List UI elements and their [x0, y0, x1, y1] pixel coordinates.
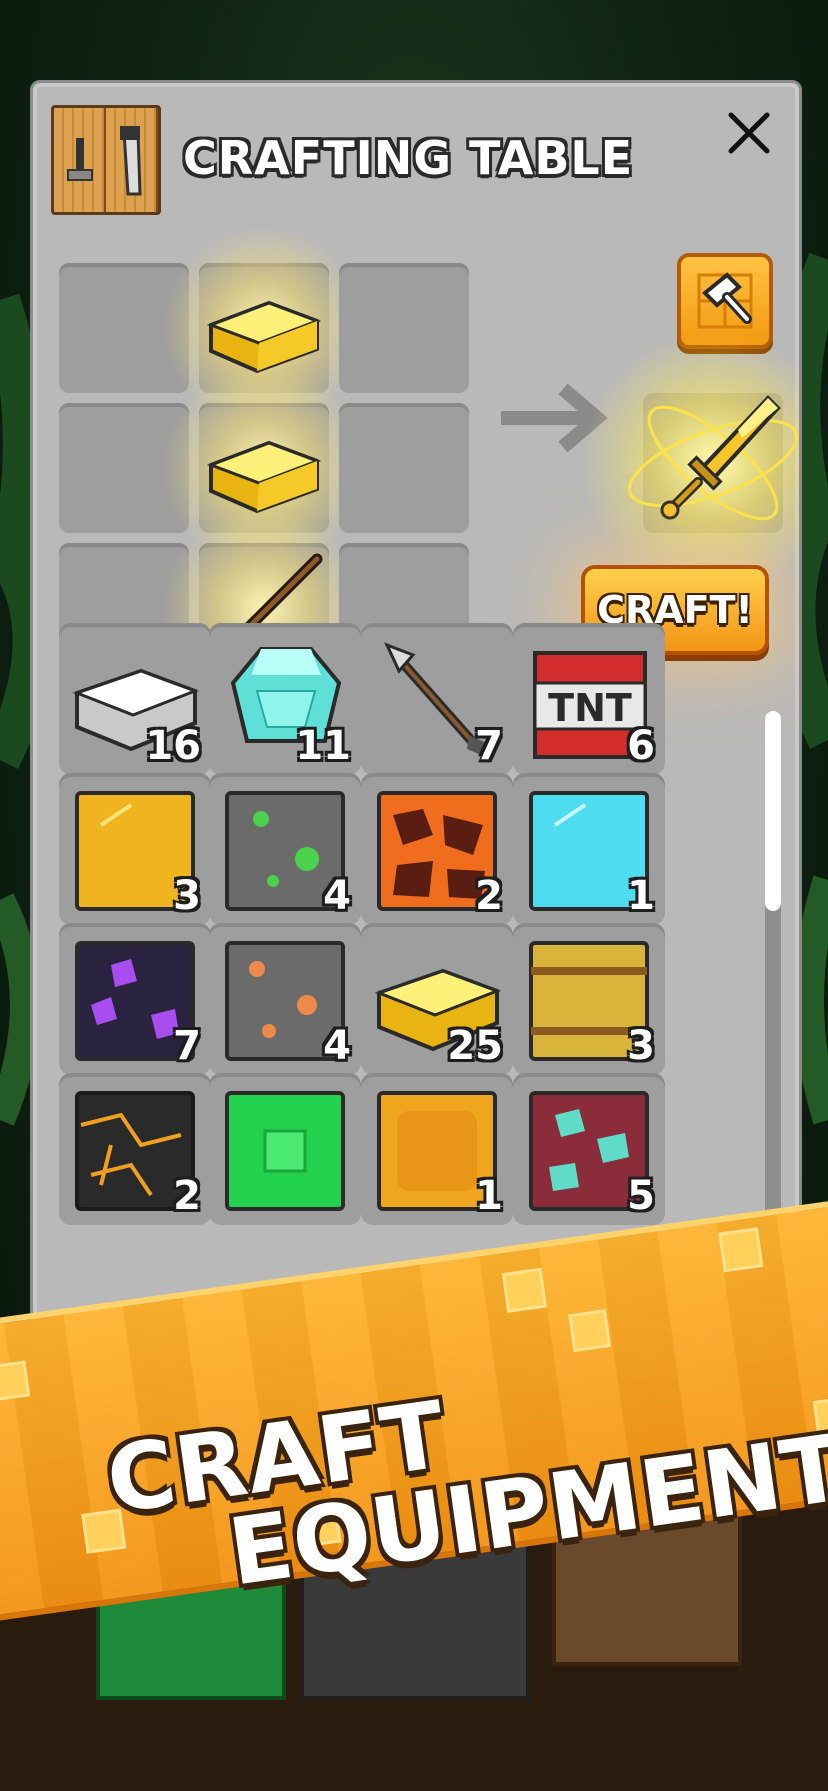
gold-sword-icon	[628, 395, 798, 521]
craft-slot-2[interactable]	[154, 218, 374, 438]
inventory-slot-gold-block[interactable]: 3	[59, 773, 211, 925]
inventory-slot-honey-block[interactable]: 1	[361, 1073, 513, 1225]
item-count: 11	[295, 723, 351, 769]
craft-slot-1[interactable]	[59, 263, 189, 393]
inventory-slot-diamond-ore[interactable]: 5	[513, 1073, 665, 1225]
inventory-slot-gold-ingot[interactable]: 25	[361, 923, 513, 1075]
scroll-thumb[interactable]	[765, 711, 781, 911]
inventory-slot-copper-ore[interactable]: 4	[209, 923, 361, 1075]
item-count: 1	[627, 873, 655, 919]
item-count: 7	[173, 1023, 201, 1069]
craft-slot-3[interactable]	[339, 263, 469, 393]
gold-ingot-icon	[206, 300, 322, 374]
item-count: 2	[475, 873, 503, 919]
item-count: 7	[475, 723, 503, 769]
item-count: 3	[173, 873, 201, 919]
item-count: 6	[627, 723, 655, 769]
gold-ingot-icon	[206, 440, 322, 514]
craft-result-slot[interactable]	[563, 313, 799, 613]
inventory-slot-emerald-ore[interactable]: 4	[209, 773, 361, 925]
inventory-slot-amethyst-ore[interactable]: 7	[59, 923, 211, 1075]
item-count: 1	[475, 1173, 503, 1219]
inventory-slot-emerald-block[interactable]	[209, 1073, 361, 1225]
craft-slot-6[interactable]	[339, 403, 469, 533]
inventory-slot-lava-stone[interactable]: 2	[59, 1073, 211, 1225]
emerald-block-icon	[225, 1091, 345, 1211]
item-count: 4	[323, 873, 351, 919]
item-count: 3	[627, 1023, 655, 1069]
item-count: 4	[323, 1023, 351, 1069]
page-title: CRAFTING TABLE	[183, 131, 634, 185]
craft-slot-5[interactable]	[154, 358, 374, 578]
inventory-slot-diamond-gem[interactable]: 11	[209, 623, 361, 775]
inventory-slot-magma-block[interactable]: 2	[361, 773, 513, 925]
inventory-slot-diamond-block[interactable]: 1	[513, 773, 665, 925]
inventory-slot-tnt[interactable]: TNT 6	[513, 623, 665, 775]
craft-slot-4[interactable]	[59, 403, 189, 533]
item-count: 16	[145, 723, 201, 769]
item-count: 5	[627, 1173, 655, 1219]
item-count: 2	[173, 1173, 201, 1219]
close-icon	[728, 112, 770, 154]
inventory-slot-iron-ingot[interactable]: 16	[59, 623, 211, 775]
inventory-slot-arrow[interactable]: 7	[361, 623, 513, 775]
svg-text:TNT: TNT	[548, 686, 632, 730]
close-button[interactable]	[721, 105, 777, 161]
item-count: 25	[447, 1023, 503, 1069]
inventory-slot-hay-bale[interactable]: 3	[513, 923, 665, 1075]
crafting-table-icon	[51, 105, 161, 215]
